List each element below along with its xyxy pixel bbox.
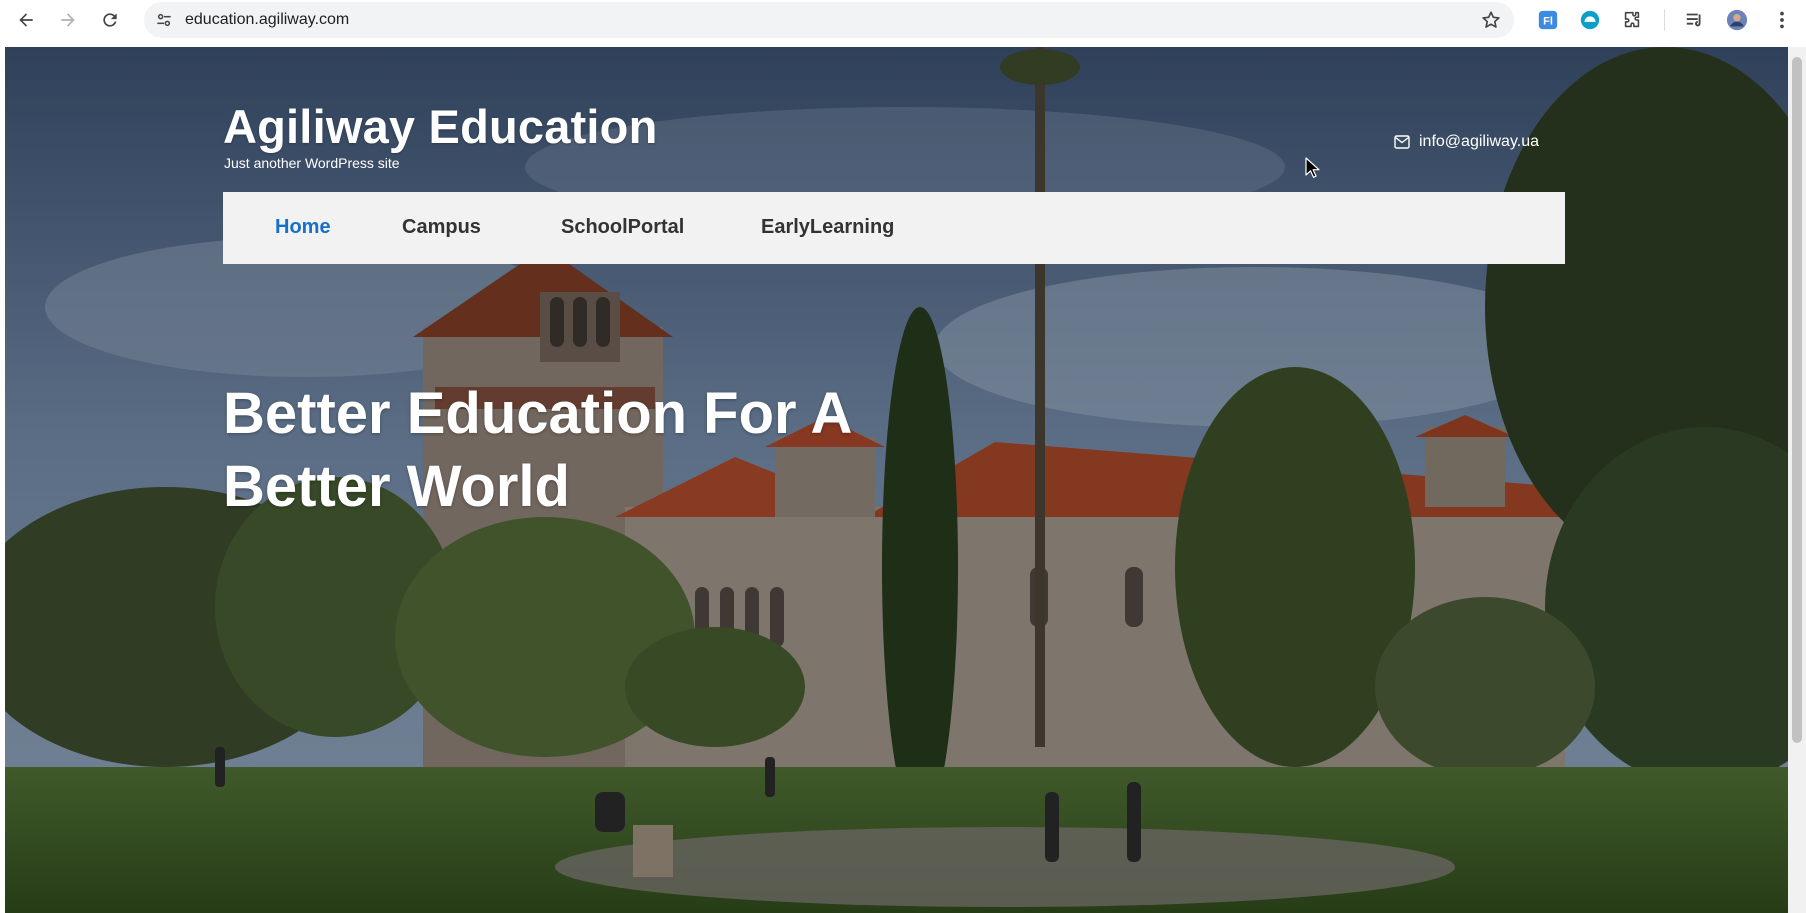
back-arrow-icon xyxy=(19,13,33,27)
mouse-cursor-icon xyxy=(1305,157,1320,178)
more-vert-icon[interactable] xyxy=(1770,8,1794,32)
toolbar-divider xyxy=(1664,9,1665,31)
reload-icon xyxy=(103,13,117,27)
puzzle-extensions-icon[interactable] xyxy=(1620,8,1644,32)
forward-button[interactable] xyxy=(54,6,82,34)
forward-arrow-icon xyxy=(61,13,75,27)
tune-icon[interactable] xyxy=(154,10,174,30)
scrollbar-thumb[interactable] xyxy=(1792,57,1802,743)
page-viewport: Agiliway Education Just another WordPres… xyxy=(5,47,1788,913)
fl-extension-icon[interactable]: Fl xyxy=(1536,8,1560,32)
reload-button[interactable] xyxy=(96,6,124,34)
nav-item-earlylearning[interactable]: EarlyLearning xyxy=(761,216,894,239)
browser-toolbar: education.agiliway.com Fl xyxy=(0,0,1806,46)
contact-email-text[interactable]: info@agiliway.ua xyxy=(1419,133,1539,151)
address-bar[interactable]: education.agiliway.com xyxy=(144,2,1514,38)
back-button[interactable] xyxy=(12,6,40,34)
contact-email[interactable]: info@agiliway.ua xyxy=(1394,133,1539,151)
url-text[interactable]: education.agiliway.com xyxy=(185,11,349,29)
nav-item-home[interactable]: Home xyxy=(275,216,331,239)
site-tagline: Just another WordPress site xyxy=(224,155,400,171)
page-scrollbar[interactable] xyxy=(1788,47,1806,913)
svg-text:Fl: Fl xyxy=(1543,16,1553,28)
hero-heading: Better Education For A Better World xyxy=(223,381,851,519)
nav-item-campus[interactable]: Campus xyxy=(402,216,481,239)
reading-list-icon[interactable] xyxy=(1683,8,1707,32)
main-navigation: Home Campus SchoolPortal EarlyLearning xyxy=(223,192,1565,264)
nav-item-schoolportal[interactable]: SchoolPortal xyxy=(561,216,684,239)
star-icon[interactable] xyxy=(1480,9,1502,31)
mail-icon xyxy=(1394,135,1410,149)
blue-circle-extension-icon[interactable] xyxy=(1578,8,1602,32)
site-title[interactable]: Agiliway Education xyxy=(223,99,658,154)
profile-avatar[interactable] xyxy=(1725,8,1749,32)
